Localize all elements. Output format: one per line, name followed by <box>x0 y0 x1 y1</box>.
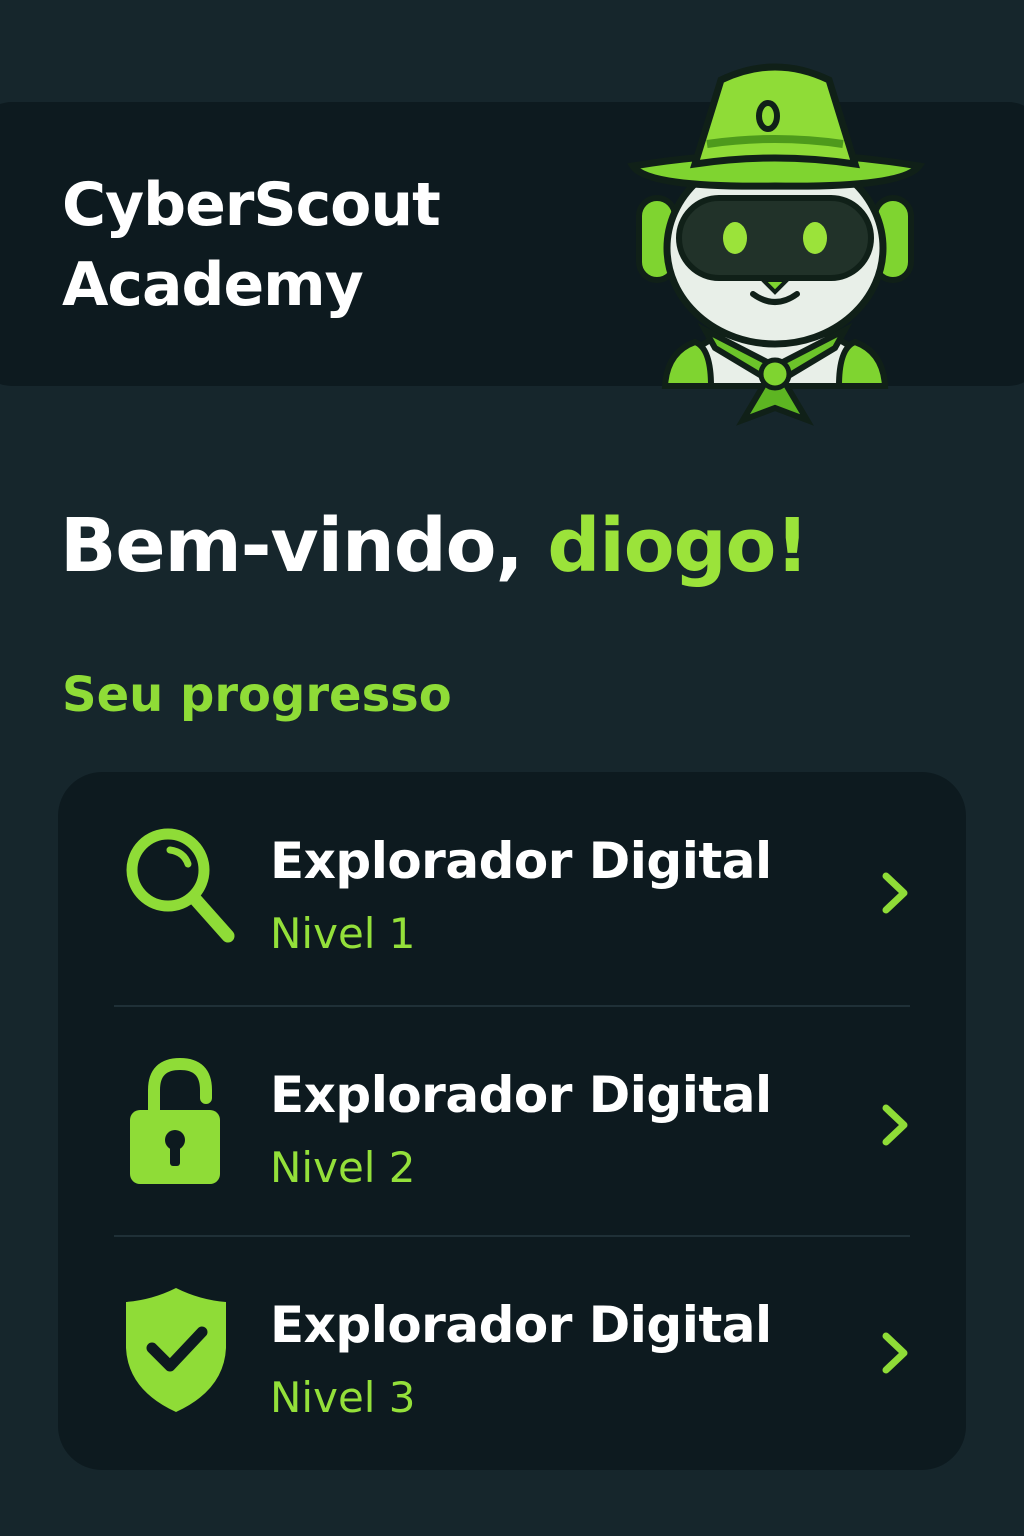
level-number: Nivel 2 <box>270 1143 416 1192</box>
welcome-greeting: Bem-vindo, <box>60 503 548 589</box>
app-title-line1: CyberScout <box>62 170 441 240</box>
level-name: Explorador Digital <box>270 1296 772 1354</box>
level-item-1[interactable]: Explorador Digital Nivel 1 <box>58 772 966 1004</box>
level-name: Explorador Digital <box>270 1066 772 1124</box>
level-name: Explorador Digital <box>270 832 772 890</box>
progress-card: Explorador Digital Nivel 1 Explorador Di… <box>58 772 966 1470</box>
chevron-right-icon <box>882 1332 908 1374</box>
progress-section-title: Seu progresso <box>62 667 452 723</box>
level-number: Nivel 3 <box>270 1373 416 1422</box>
level-item-2[interactable]: Explorador Digital Nivel 2 <box>58 1006 966 1238</box>
level-item-3[interactable]: Explorador Digital Nivel 3 <box>58 1236 966 1468</box>
app-title: CyberScout Academy <box>62 165 441 325</box>
welcome-heading: Bem-vindo, diogo! <box>60 496 809 596</box>
shield-check-icon <box>126 1288 226 1412</box>
chevron-right-icon <box>882 1104 908 1146</box>
app-title-line2: Academy <box>62 250 364 320</box>
chevron-right-icon <box>882 872 908 914</box>
search-icon <box>126 828 235 943</box>
level-number: Nivel 1 <box>270 909 416 958</box>
lock-icon <box>130 1058 220 1184</box>
welcome-username: diogo! <box>547 503 809 589</box>
scout-robot-mascot-icon <box>627 63 925 426</box>
